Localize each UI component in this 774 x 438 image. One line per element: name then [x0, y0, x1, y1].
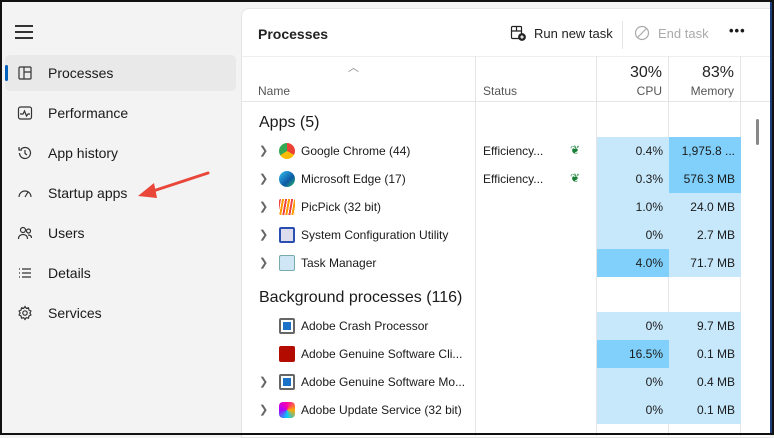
page-title: Processes	[258, 26, 329, 42]
details-icon	[19, 268, 31, 278]
toolbar-divider	[622, 21, 623, 49]
process-name: Adobe Update Service (32 bit)	[301, 403, 462, 417]
processes-icon	[18, 66, 32, 80]
group-background: Background processes (116)	[259, 289, 463, 306]
process-memory: 9.7 MB	[669, 312, 741, 340]
process-memory: 71.7 MB	[669, 249, 741, 277]
process-status: Efficiency...	[483, 144, 544, 158]
process-memory: 24.0 MB	[669, 193, 741, 221]
column-header-row: ︿ Name Status 30% CPU 83% Memory	[242, 56, 771, 102]
process-memory: 2.7 MB	[669, 221, 741, 249]
process-name: PicPick (32 bit)	[301, 200, 382, 214]
expand-chevron-icon[interactable]: ❯	[259, 403, 268, 416]
sidebar-item-services[interactable]: Services	[5, 295, 236, 331]
process-name: System Configuration Utility	[301, 228, 449, 242]
sysconfig-icon	[279, 227, 295, 243]
process-cpu: 0.4%	[597, 137, 669, 165]
process-name: Microsoft Edge (17)	[301, 172, 406, 186]
end-task-icon	[634, 25, 650, 41]
end-task-button[interactable]: End task	[634, 25, 709, 41]
performance-icon	[17, 106, 33, 120]
expand-chevron-icon[interactable]: ❯	[259, 256, 268, 269]
expand-chevron-icon[interactable]: ❯	[259, 172, 268, 185]
sidebar-item-users[interactable]: Users	[5, 215, 236, 251]
more-options-icon[interactable]: •••	[729, 23, 746, 38]
process-cpu: 4.0%	[597, 249, 669, 277]
process-status: Efficiency...	[483, 172, 544, 186]
process-memory: 1,975.8 ...	[669, 137, 741, 165]
process-memory: 0.1 MB	[669, 396, 741, 424]
efficiency-leaf-icon: ❦	[570, 143, 581, 157]
process-row[interactable]: ❯ PicPick (32 bit) 1.0% 24.0 MB	[242, 193, 742, 221]
process-icon	[279, 346, 295, 362]
efficiency-leaf-icon: ❦	[570, 171, 581, 185]
process-icon	[279, 318, 295, 334]
memory-total: 83%	[701, 64, 734, 81]
history-icon	[18, 146, 32, 160]
sidebar-item-performance[interactable]: Performance	[5, 95, 236, 131]
process-icon	[279, 374, 295, 390]
column-status[interactable]: Status	[483, 84, 517, 98]
process-row[interactable]: ❯ Adobe Genuine Software Mo... 0% 0.4 MB	[242, 368, 742, 396]
processes-panel: Processes Run new task End task ••• ︿ Na…	[241, 8, 771, 438]
desktop-background	[770, 0, 774, 435]
process-icon	[279, 402, 295, 418]
process-row[interactable]: ❯ Adobe Update Service (32 bit) 0% 0.1 MB	[242, 396, 742, 424]
process-name: Adobe Crash Processor	[301, 319, 429, 333]
column-name[interactable]: Name	[258, 84, 290, 98]
taskmanager-icon	[279, 255, 295, 271]
process-memory: 0.1 MB	[669, 340, 741, 368]
expand-chevron-icon[interactable]: ❯	[259, 144, 268, 157]
process-memory: 576.3 MB	[669, 165, 741, 193]
sort-ascending-icon: ︿	[348, 62, 359, 74]
scrollbar-thumb[interactable]	[756, 119, 759, 145]
column-cpu[interactable]: CPU	[637, 84, 662, 98]
process-name: Task Manager	[301, 256, 377, 270]
cpu-total: 30%	[629, 64, 662, 81]
users-icon	[17, 226, 33, 240]
expand-chevron-icon[interactable]: ❯	[259, 375, 268, 388]
sidebar-item-details[interactable]: Details	[5, 255, 236, 291]
process-name: Adobe Genuine Software Mo...	[301, 375, 466, 389]
column-memory[interactable]: Memory	[691, 84, 734, 98]
hamburger-menu-icon[interactable]	[15, 25, 33, 39]
process-cpu: 0.3%	[597, 165, 669, 193]
process-cpu: 0%	[597, 221, 669, 249]
process-cpu: 0%	[597, 396, 669, 424]
process-cpu: 1.0%	[597, 193, 669, 221]
picpick-icon	[279, 199, 295, 215]
red-arrow-annotation	[138, 171, 210, 198]
process-name: Adobe Genuine Software Cli...	[301, 347, 463, 361]
process-row[interactable]: ❯ Google Chrome (44) Efficiency... ❦ 0.4% 1,9…	[242, 137, 742, 165]
process-row[interactable]: ❯ System Configuration Utility 0% 2.7 MB	[242, 221, 742, 249]
services-icon	[18, 305, 32, 321]
run-new-task-button[interactable]: Run new task	[510, 25, 613, 41]
process-row[interactable]: Adobe Crash Processor 0% 9.7 MB	[242, 312, 742, 340]
edge-icon	[279, 171, 295, 187]
process-cpu: 16.5%	[597, 340, 669, 368]
sidebar: Processes Performance App history Startu…	[0, 0, 241, 435]
process-cpu: 0%	[597, 312, 669, 340]
group-apps: Apps (5)	[259, 114, 320, 131]
expand-chevron-icon[interactable]: ❯	[259, 228, 268, 241]
process-name: Google Chrome (44)	[301, 144, 411, 158]
process-memory: 0.4 MB	[669, 368, 741, 396]
process-row[interactable]: ❯ Task Manager 4.0% 71.7 MB	[242, 249, 742, 277]
run-task-icon	[510, 25, 526, 41]
process-row[interactable]: Adobe Genuine Software Cli... 16.5% 0.1 MB	[242, 340, 742, 368]
process-row[interactable]: ❯ Microsoft Edge (17) Efficiency... ❦ 0.3% 57…	[242, 165, 742, 193]
process-cpu: 0%	[597, 368, 669, 396]
sidebar-item-processes[interactable]: Processes	[5, 55, 236, 91]
expand-chevron-icon[interactable]: ❯	[259, 200, 268, 213]
chrome-icon	[279, 143, 295, 159]
startup-icon	[18, 190, 32, 198]
